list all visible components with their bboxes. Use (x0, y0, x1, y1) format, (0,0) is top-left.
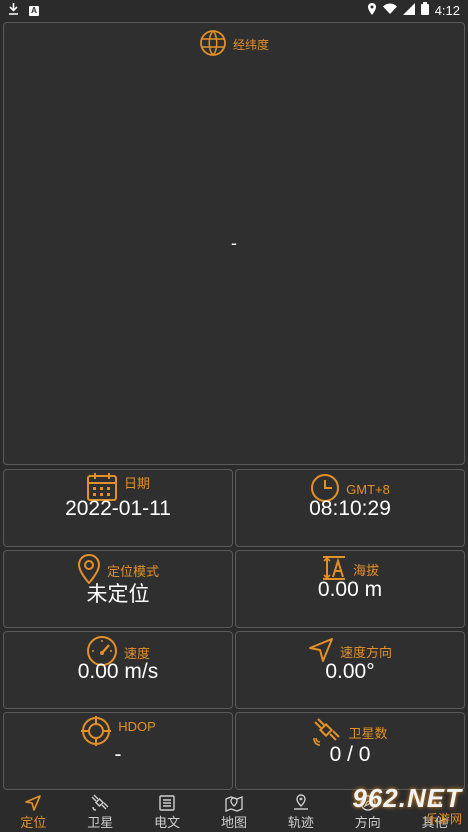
signal-icon (402, 2, 415, 18)
mode-value: 未定位 (86, 583, 150, 606)
latlon-header: 经纬度 (232, 38, 269, 52)
heading-card: 速度方向 0.00° (235, 631, 465, 709)
mode-card: 定位模式 未定位 (3, 550, 233, 628)
app-notification-icon: A (29, 5, 39, 16)
speed-card: 速度 0.00 m/s (3, 631, 233, 709)
globe-icon (199, 29, 227, 60)
satellite-icon (91, 794, 109, 811)
message-list-icon (159, 795, 175, 811)
hdop-card: HDOP - (3, 712, 233, 790)
hdop-value: - (114, 743, 122, 766)
navigation-arrow-icon (25, 795, 42, 811)
satellites-card: 卫星数 0 / 0 (235, 712, 465, 790)
tab-track[interactable]: 轨迹 (267, 790, 334, 832)
wifi-icon (382, 3, 397, 17)
tab-label: 轨迹 (287, 815, 314, 830)
watermark-subtext: 乐游网 (425, 812, 462, 826)
heading-header: 速度方向 (339, 645, 392, 660)
status-bar: A 4:12 (0, 0, 468, 20)
date-card: 日期 2022-01-11 (3, 469, 233, 547)
altitude-card: 海拔 0.00 m (235, 550, 465, 628)
watermark-logo: 962.NET 乐游网 (334, 782, 462, 828)
status-time: 4:12 (434, 2, 460, 18)
download-icon (8, 3, 19, 18)
location-track-icon (293, 794, 308, 810)
tab-satellite[interactable]: 卫星 (67, 790, 134, 832)
tab-label: 卫星 (87, 815, 114, 830)
timezone-header: GMT+8 (346, 482, 390, 497)
tab-position[interactable]: 定位 (0, 790, 67, 832)
satellites-header: 卫星数 (348, 726, 388, 741)
date-value: 2022-01-11 (65, 497, 171, 520)
latlon-value: - (231, 233, 237, 253)
time-value: 08:10:29 (309, 497, 391, 520)
altitude-header: 海拔 (352, 563, 379, 578)
location-icon (367, 2, 377, 18)
tab-message[interactable]: 电文 (134, 790, 201, 832)
time-card: GMT+8 08:10:29 (235, 469, 465, 547)
map-pin-icon (225, 796, 243, 812)
latlon-card: 经纬度 - (3, 22, 465, 465)
speed-value: 0.00 m/s (77, 660, 159, 683)
altitude-value: 0.00 m (317, 578, 383, 601)
date-header: 日期 (123, 476, 150, 491)
tab-map[interactable]: 地图 (201, 790, 268, 832)
tab-label: 地图 (221, 815, 248, 830)
hdop-header: HDOP (118, 719, 156, 734)
satellites-value: 0 / 0 (329, 743, 371, 766)
battery-icon (420, 2, 429, 18)
tab-label: 定位 (20, 815, 47, 830)
tab-label: 电文 (154, 815, 181, 830)
heading-value: 0.00° (325, 660, 375, 683)
